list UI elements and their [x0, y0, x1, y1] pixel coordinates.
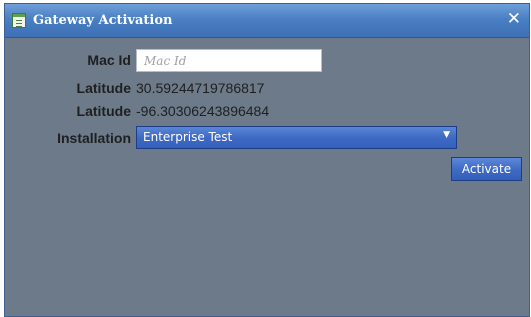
mac-id-label: Mac Id	[87, 52, 131, 68]
form-icon	[12, 13, 26, 28]
chevron-down-icon: ▼	[443, 130, 450, 140]
longitude-label: Latitude	[76, 103, 131, 119]
longitude-value: -96.30306243896484	[136, 103, 270, 119]
installation-selected-value: Enterprise Test	[143, 130, 233, 144]
latitude-value: 30.59244719786817	[136, 80, 265, 96]
activate-button[interactable]: Activate	[451, 157, 522, 181]
dialog-title: Gateway Activation	[33, 13, 173, 28]
installation-select[interactable]: Enterprise Test ▼	[136, 126, 457, 149]
installation-label: Installation	[57, 130, 131, 146]
title-bar[interactable]: Gateway Activation ✕	[5, 4, 529, 38]
gateway-activation-dialog: Gateway Activation ✕ Mac Id Latitude 30.…	[4, 3, 530, 317]
latitude-label: Latitude	[76, 80, 131, 96]
mac-id-input[interactable]	[136, 49, 322, 72]
close-icon[interactable]: ✕	[507, 9, 521, 29]
